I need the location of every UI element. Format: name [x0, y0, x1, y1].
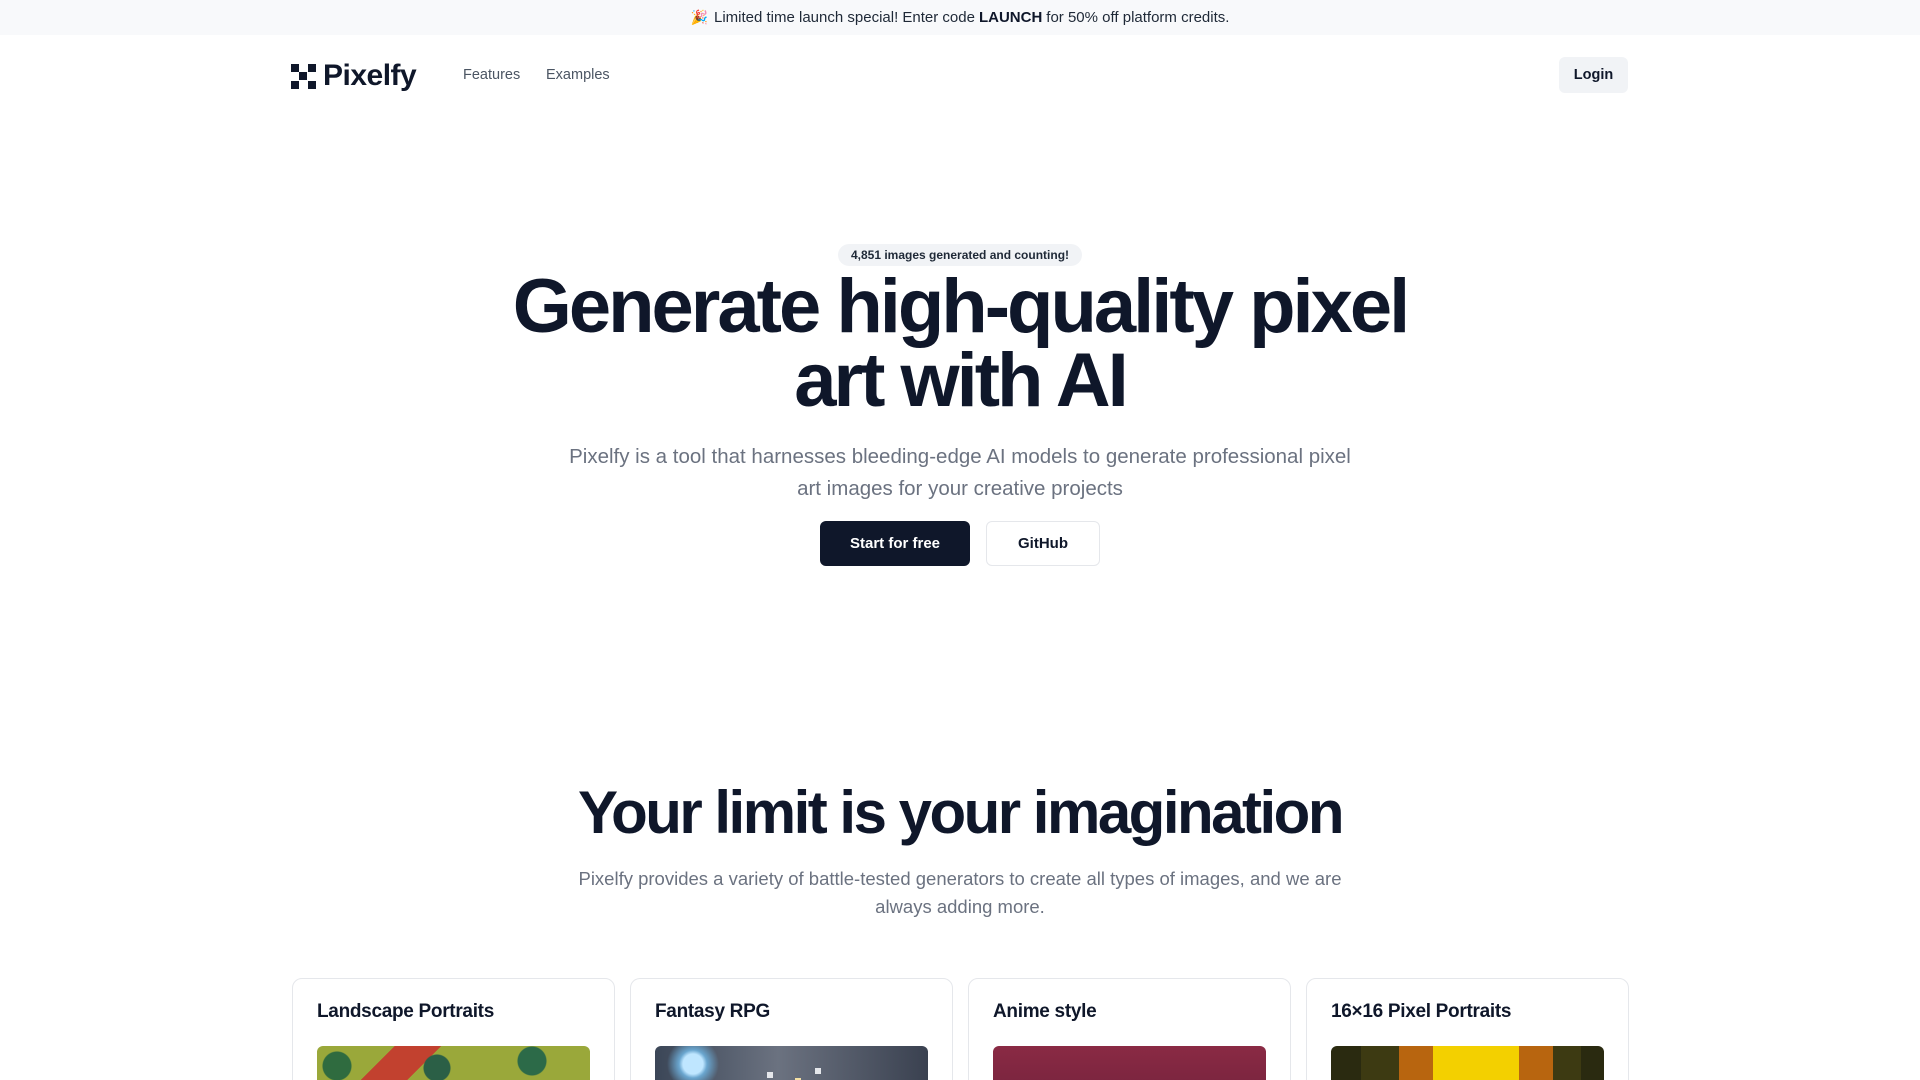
login-button[interactable]: Login: [1559, 57, 1628, 93]
images-generated-badge: 4,851 images generated and counting!: [838, 244, 1082, 266]
card-title: Anime style: [993, 1001, 1097, 1022]
hero-subtitle: Pixelfy is a tool that harnesses bleedin…: [569, 445, 1351, 500]
generator-card-anime-style[interactable]: Anime style: [968, 978, 1291, 1080]
nav-link-examples[interactable]: Examples: [546, 67, 610, 83]
brand-logo-link[interactable]: Pixelfy: [291, 59, 417, 93]
card-title: Fantasy RPG: [655, 1001, 770, 1022]
banner-text-after: for 50% off platform credits.: [1046, 9, 1230, 26]
landscape-preview-image: [317, 1046, 590, 1080]
card-title: Landscape Portraits: [317, 1001, 494, 1022]
nav-link-features[interactable]: Features: [463, 67, 520, 83]
anime-preview-image: [993, 1046, 1266, 1080]
fantasy-rpg-preview-image: [655, 1046, 928, 1080]
section-title: Your limit is your imagination: [578, 779, 1344, 846]
brand-name: Pixelfy: [323, 59, 417, 92]
generator-card-16x16-pixel-portraits[interactable]: 16×16 Pixel Portraits: [1306, 978, 1629, 1080]
github-button[interactable]: GitHub: [986, 521, 1100, 566]
generator-card-fantasy-rpg[interactable]: Fantasy RPG: [630, 978, 953, 1080]
banner-text-before: Limited time launch special! Enter code: [713, 9, 975, 26]
pixel-logo-icon: [291, 63, 316, 89]
start-for-free-button[interactable]: Start for free: [820, 521, 970, 566]
hero-title: Generate high-quality pixel art with AI: [512, 264, 1411, 423]
card-title: 16×16 Pixel Portraits: [1331, 1001, 1512, 1022]
party-popper-icon: 🎉: [690, 9, 708, 25]
promo-code: LAUNCH: [978, 9, 1043, 26]
announcement-banner: 🎉 Limited time launch special! Enter cod…: [0, 0, 1920, 35]
top-navigation: Pixelfy Features Examples Login: [0, 35, 1920, 115]
pixel-portrait-preview-image: [1331, 1046, 1604, 1080]
generator-card-landscape-portraits[interactable]: Landscape Portraits: [292, 978, 615, 1080]
section-subtitle: Pixelfy provides a variety of battle-tes…: [578, 868, 1342, 917]
